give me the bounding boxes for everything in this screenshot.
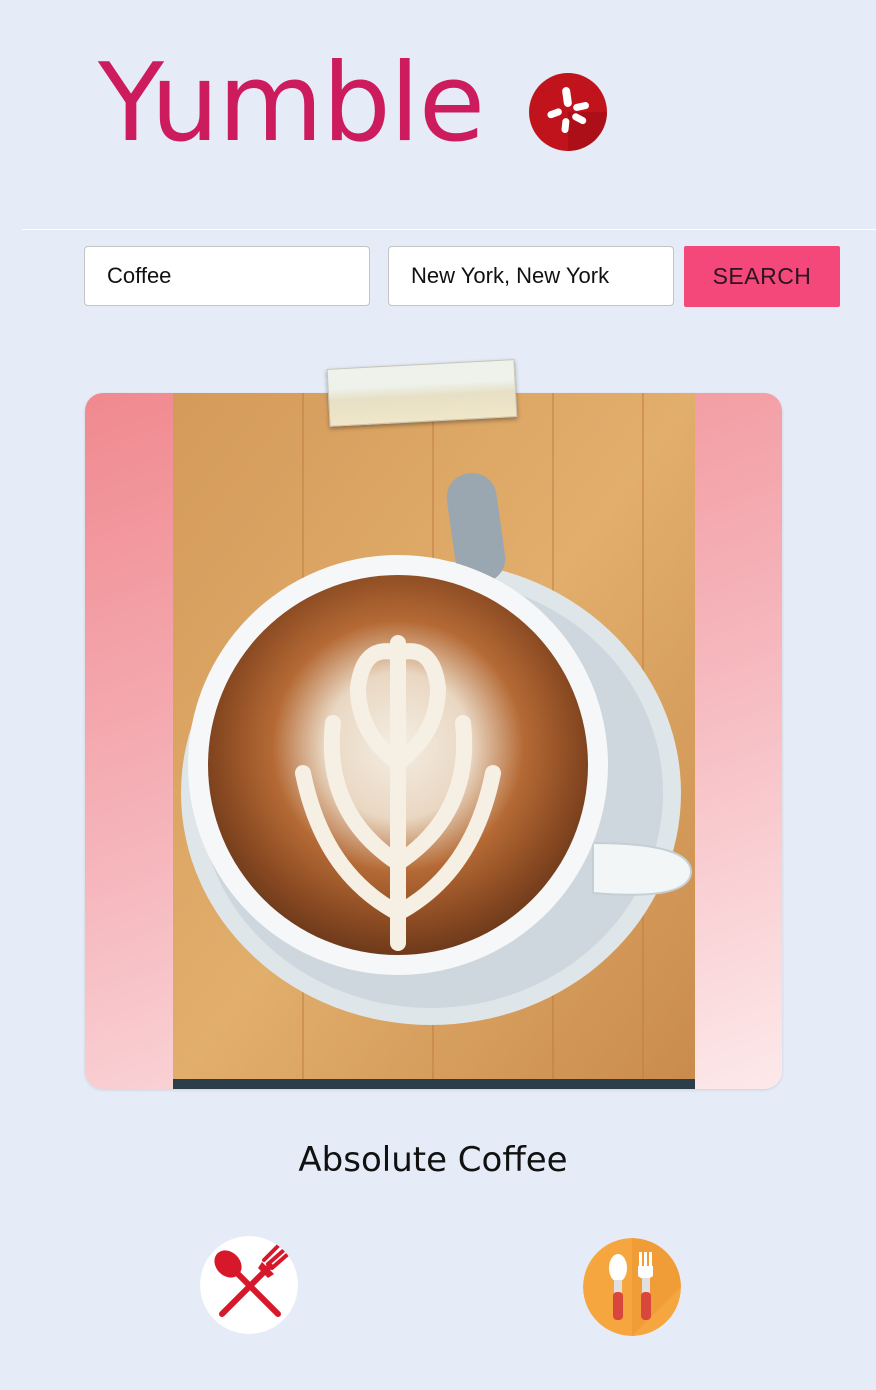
tape-decoration — [326, 359, 518, 427]
reject-button[interactable] — [200, 1236, 298, 1334]
search-term-input[interactable] — [84, 246, 370, 306]
latte-art-photo — [173, 393, 695, 1089]
page: Yumble SEARCH — [0, 0, 876, 1390]
business-name: Absolute Coffee — [298, 1140, 568, 1180]
location-input[interactable] — [388, 246, 674, 306]
result-card — [85, 393, 782, 1089]
header-divider — [22, 229, 876, 230]
yelp-logo-icon — [529, 73, 607, 151]
app-title: Yumble — [98, 41, 485, 166]
accept-button[interactable] — [583, 1238, 681, 1336]
search-button[interactable]: SEARCH — [684, 246, 840, 307]
